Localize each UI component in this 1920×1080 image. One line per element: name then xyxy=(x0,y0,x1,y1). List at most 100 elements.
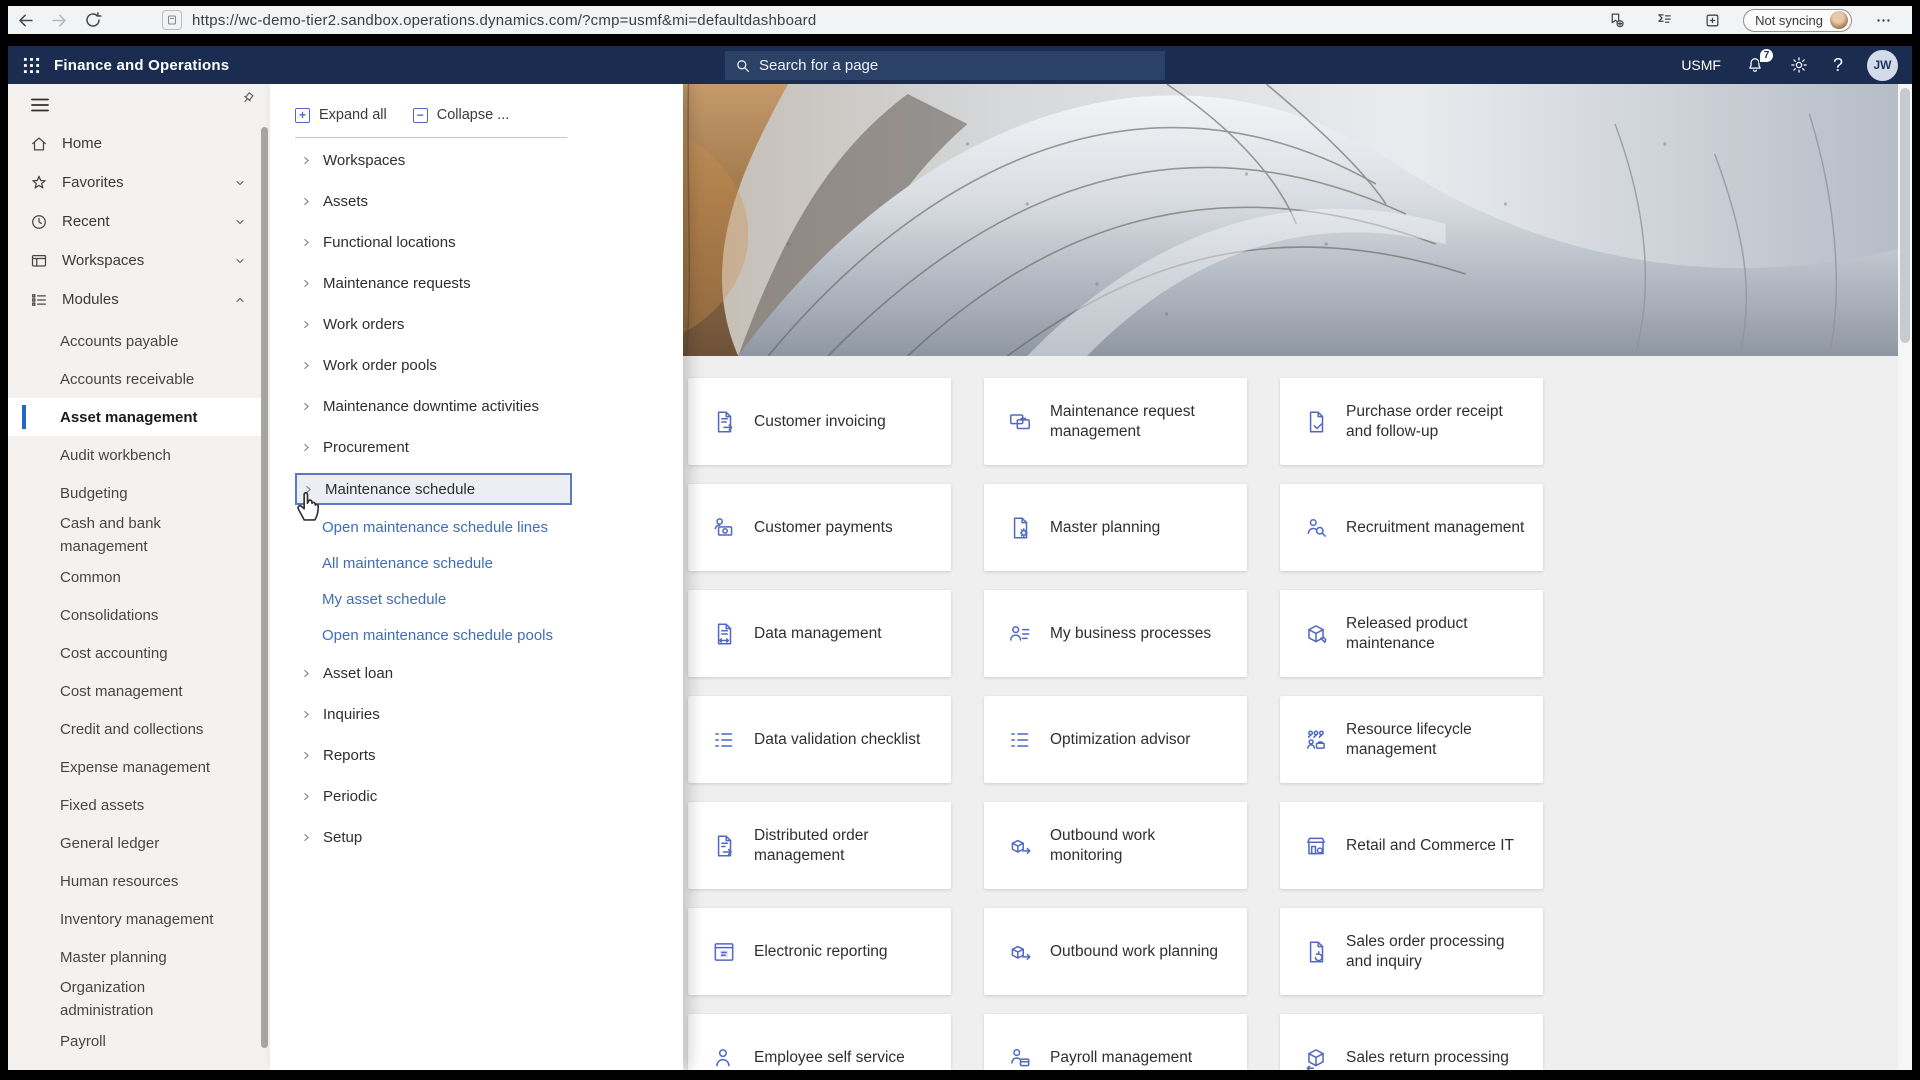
settings-gear-icon[interactable] xyxy=(1789,55,1809,75)
module-item-label: Cash and bank management xyxy=(60,512,235,558)
workspace-tile-outbound-work-monitoring[interactable]: Outbound work monitoring xyxy=(984,802,1247,889)
sidebar-item-modules[interactable]: Modules xyxy=(8,280,270,319)
module-item-accounts-payable[interactable]: Accounts payable xyxy=(8,322,262,360)
chevron-right-icon xyxy=(301,401,312,412)
collapse-all-button[interactable]: − Collapse ... xyxy=(413,107,510,123)
workspace-tile-recruitment-management[interactable]: Recruitment management xyxy=(1280,484,1543,571)
tree-item-inquiries[interactable]: Inquiries xyxy=(295,694,683,735)
module-item-fixed-assets[interactable]: Fixed assets xyxy=(8,786,262,824)
main-scrollbar-thumb[interactable] xyxy=(1900,88,1910,343)
workspace-tile-electronic-reporting[interactable]: Electronic reporting xyxy=(688,908,951,995)
tree-item-periodic[interactable]: Periodic xyxy=(295,776,683,817)
workspace-tile-data-management[interactable]: Data management xyxy=(688,590,951,677)
module-item-human-resources[interactable]: Human resources xyxy=(8,862,262,900)
workspace-tile-maintenance-request-management[interactable]: Maintenance request management xyxy=(984,378,1247,465)
tree-link-open-maintenance-schedule-pools[interactable]: Open maintenance schedule pools xyxy=(295,617,683,653)
company-selector[interactable]: USMF xyxy=(1681,57,1721,73)
workspace-tile-purchase-order-receipt-and-follow-up[interactable]: Purchase order receipt and follow-up xyxy=(1280,378,1543,465)
module-item-master-planning[interactable]: Master planning xyxy=(8,938,262,976)
module-item-common[interactable]: Common xyxy=(8,558,262,596)
app-title[interactable]: Finance and Operations xyxy=(54,57,229,74)
tree-item-reports[interactable]: Reports xyxy=(295,735,683,776)
mouse-cursor-hand xyxy=(292,486,326,527)
workspace-tile-released-product-maintenance[interactable]: Released product maintenance xyxy=(1280,590,1543,677)
sidebar-item-home[interactable]: Home xyxy=(8,124,270,163)
workspace-tile-customer-payments[interactable]: Customer payments xyxy=(688,484,951,571)
notifications-bell-icon[interactable]: 7 xyxy=(1745,55,1765,75)
workspace-tile-employee-self-service[interactable]: Employee self service xyxy=(688,1014,951,1070)
split-screen-icon[interactable] xyxy=(1695,7,1729,33)
tree-item-setup[interactable]: Setup xyxy=(295,817,683,858)
tree-link-label: Open maintenance schedule pools xyxy=(322,627,553,644)
browser-back-icon[interactable] xyxy=(8,7,42,33)
module-item-accounts-receivable[interactable]: Accounts receivable xyxy=(8,360,262,398)
browser-forward-icon[interactable] xyxy=(42,7,76,33)
module-item-cost-accounting[interactable]: Cost accounting xyxy=(8,634,262,672)
sidebar-item-favorites[interactable]: Favorites xyxy=(8,163,270,202)
module-item-cash-and-bank-management[interactable]: Cash and bank management xyxy=(8,512,262,558)
tree-item-assets[interactable]: Assets xyxy=(295,181,683,222)
page-search-input[interactable]: Search for a page xyxy=(725,51,1165,80)
tree-item-maintenance-schedule[interactable]: Maintenance schedule xyxy=(295,473,572,505)
workspace-tile-distributed-order-management[interactable]: Distributed order management xyxy=(688,802,951,889)
hamburger-menu-icon[interactable] xyxy=(26,92,54,118)
workspace-tile-resource-lifecycle-management[interactable]: Resource lifecycle management xyxy=(1280,696,1543,783)
sidebar-item-recent[interactable]: Recent xyxy=(8,202,270,241)
module-item-credit-and-collections[interactable]: Credit and collections xyxy=(8,710,262,748)
tree-item-asset-loan[interactable]: Asset loan xyxy=(295,653,683,694)
address-bar-url[interactable]: https://wc-demo-tier2.sandbox.operations… xyxy=(192,12,816,29)
not-syncing-label: Not syncing xyxy=(1755,13,1823,28)
browser-refresh-icon[interactable] xyxy=(76,7,110,33)
document-refresh-icon xyxy=(1302,938,1330,966)
workspace-tile-sales-order-processing-and-inquiry[interactable]: Sales order processing and inquiry xyxy=(1280,908,1543,995)
workspace-tile-my-business-processes[interactable]: My business processes xyxy=(984,590,1247,677)
expand-all-button[interactable]: + Expand all xyxy=(295,107,387,123)
module-item-label: Consolidations xyxy=(60,604,235,627)
site-info-icon[interactable] xyxy=(162,10,182,30)
module-item-cost-management[interactable]: Cost management xyxy=(8,672,262,710)
main-scrollbar[interactable] xyxy=(1898,84,1912,1070)
module-item-organization-administration[interactable]: Organization administration xyxy=(8,976,262,1022)
search-icon xyxy=(735,58,751,74)
workspace-tile-optimization-advisor[interactable]: Optimization advisor xyxy=(984,696,1247,783)
sidebar-scrollbar-thumb[interactable] xyxy=(261,127,268,1048)
tree-item-functional-locations[interactable]: Functional locations xyxy=(295,222,683,263)
tree-item-label: Reports xyxy=(323,747,376,764)
workspace-tile-payroll-management[interactable]: Payroll management xyxy=(984,1014,1247,1070)
module-item-budgeting[interactable]: Budgeting xyxy=(8,474,262,512)
app-launcher-icon[interactable] xyxy=(8,46,54,84)
tile-label: Master planning xyxy=(1050,518,1160,538)
module-item-label: Budgeting xyxy=(60,482,235,505)
tree-item-maintenance-requests[interactable]: Maintenance requests xyxy=(295,263,683,304)
tree-link-all-maintenance-schedule[interactable]: All maintenance schedule xyxy=(295,545,683,581)
tree-link-my-asset-schedule[interactable]: My asset schedule xyxy=(295,581,683,617)
user-avatar[interactable]: JW xyxy=(1867,50,1898,81)
module-item-expense-management[interactable]: Expense management xyxy=(8,748,262,786)
module-item-payroll[interactable]: Payroll xyxy=(8,1022,262,1060)
workspace-tile-retail-and-commerce-it[interactable]: Retail and Commerce IT xyxy=(1280,802,1543,889)
workspace-tile-master-planning[interactable]: Master planning xyxy=(984,484,1247,571)
tree-item-work-order-pools[interactable]: Work order pools xyxy=(295,345,683,386)
help-icon[interactable]: ? xyxy=(1833,55,1843,76)
browser-menu-icon[interactable] xyxy=(1866,7,1900,33)
tree-item-workspaces[interactable]: Workspaces xyxy=(295,140,683,181)
workspace-tile-data-validation-checklist[interactable]: Data validation checklist xyxy=(688,696,951,783)
workspace-tile-customer-invoicing[interactable]: Customer invoicing xyxy=(688,378,951,465)
tree-item-work-orders[interactable]: Work orders xyxy=(295,304,683,345)
tree-link-open-maintenance-schedule-lines[interactable]: Open maintenance schedule lines xyxy=(295,509,683,545)
workspace-tile-sales-return-processing[interactable]: Sales return processing xyxy=(1280,1014,1543,1070)
tree-item-maintenance-downtime-activities[interactable]: Maintenance downtime activities xyxy=(295,386,683,427)
module-item-consolidations[interactable]: Consolidations xyxy=(8,596,262,634)
module-item-general-ledger[interactable]: General ledger xyxy=(8,824,262,862)
profile-sync-button[interactable]: Not syncing xyxy=(1743,9,1852,32)
sidebar-item-workspaces[interactable]: Workspaces xyxy=(8,241,270,280)
chevron-right-icon xyxy=(301,668,312,679)
unpin-pane-icon[interactable] xyxy=(240,90,256,111)
collections-icon[interactable] xyxy=(1647,7,1681,33)
bookmark-add-icon[interactable] xyxy=(1599,7,1633,33)
tree-item-procurement[interactable]: Procurement xyxy=(295,427,683,468)
module-item-inventory-management[interactable]: Inventory management xyxy=(8,900,262,938)
module-item-asset-management[interactable]: Asset management xyxy=(8,398,262,436)
workspace-tile-outbound-work-planning[interactable]: Outbound work planning xyxy=(984,908,1247,995)
module-item-audit-workbench[interactable]: Audit workbench xyxy=(8,436,262,474)
